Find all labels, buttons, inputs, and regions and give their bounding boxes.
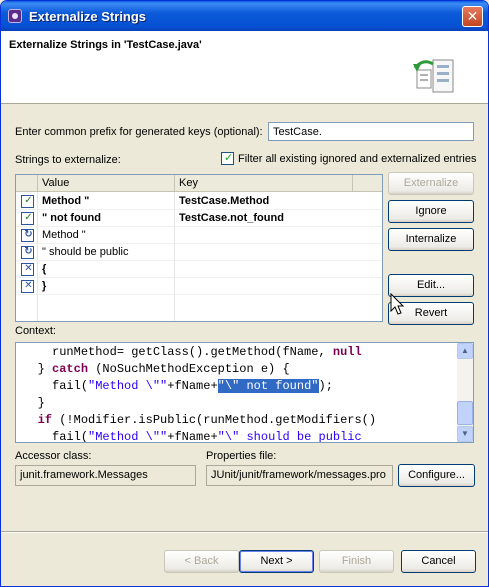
- wizard-header: Externalize Strings in 'TestCase.java': [1, 31, 488, 104]
- context-label: Context:: [15, 325, 56, 337]
- code-line: if (!Modifier.isPublic(runMethod.getModi…: [37, 413, 377, 427]
- mouse-cursor-icon: [390, 293, 405, 315]
- properties-field: JUnit/junit/framework/messages.pro: [206, 465, 393, 486]
- column-header-state: [16, 175, 38, 192]
- externalize-wizard-icon: [413, 59, 454, 93]
- prefix-input[interactable]: TestCase.: [268, 122, 474, 141]
- check-icon: ✓: [224, 152, 234, 164]
- column-header-value[interactable]: Value: [38, 175, 175, 192]
- table-row[interactable]: ✕ }: [16, 278, 382, 295]
- code-line: } catch (NoSuchMethodException e) {: [37, 362, 290, 376]
- ignore-icon[interactable]: ✕: [21, 280, 34, 293]
- translate-checkbox-icon[interactable]: ✓: [21, 212, 34, 225]
- selected-string: "\" not found": [217, 379, 319, 393]
- scroll-down-icon[interactable]: ▼: [457, 426, 473, 442]
- row-key[interactable]: [175, 244, 353, 261]
- cancel-button[interactable]: Cancel: [401, 550, 476, 573]
- row-key[interactable]: [175, 227, 353, 244]
- title-bar[interactable]: Externalize Strings ✕: [1, 1, 488, 31]
- table-row[interactable]: ↻ Method ": [16, 227, 382, 244]
- code-line: fail("Method \""+fName+"\" not found");: [52, 379, 333, 393]
- next-button[interactable]: Next >: [239, 550, 314, 573]
- table-row[interactable]: ✓ Method " TestCase.Method: [16, 193, 382, 210]
- internalize-icon[interactable]: ↻: [21, 246, 34, 259]
- code-line: runMethod= getClass().getMethod(fName, n…: [52, 345, 362, 359]
- accessor-field: junit.framework.Messages: [15, 465, 196, 486]
- finish-button[interactable]: Finish: [319, 550, 394, 573]
- close-button[interactable]: ✕: [462, 6, 483, 27]
- column-header-key[interactable]: Key: [175, 175, 353, 192]
- table-row[interactable]: ✕ {: [16, 261, 382, 278]
- footer-separator: [1, 531, 488, 533]
- code-line: }: [37, 396, 45, 410]
- table-header: Value Key: [16, 175, 382, 192]
- strings-label: Strings to externalize:: [15, 154, 121, 166]
- internalize-button[interactable]: Internalize: [388, 228, 474, 251]
- window-title: Externalize Strings: [29, 9, 147, 24]
- table-row[interactable]: ✓ " not found TestCase.not_found: [16, 210, 382, 227]
- ignore-icon[interactable]: ✕: [21, 263, 34, 276]
- filter-checkbox[interactable]: ✓: [221, 152, 234, 165]
- externalize-button[interactable]: Externalize: [388, 172, 474, 195]
- row-value: Method ": [42, 195, 90, 207]
- properties-label: Properties file:: [206, 450, 277, 462]
- code-line: fail("Method \""+fName+"\" should be pub…: [52, 430, 362, 443]
- externalize-strings-dialog: Externalize Strings ✕ Externalize String…: [0, 0, 489, 587]
- table-row[interactable]: ↻ " should be public: [16, 244, 382, 261]
- back-button[interactable]: < Back: [164, 550, 239, 573]
- strings-table[interactable]: Value Key ✓ Method " TestCase.Method ✓ "…: [15, 174, 383, 322]
- configure-button[interactable]: Configure...: [398, 464, 475, 487]
- row-key[interactable]: [175, 278, 353, 295]
- ignore-button[interactable]: Ignore: [388, 200, 474, 223]
- context-scrollbar[interactable]: ▲ ▼: [457, 343, 473, 442]
- header-title: Externalize Strings in 'TestCase.java': [9, 39, 202, 51]
- row-value: " not found: [42, 212, 101, 224]
- translate-checkbox-icon[interactable]: ✓: [21, 195, 34, 208]
- row-value: {: [42, 263, 47, 275]
- internalize-icon[interactable]: ↻: [21, 229, 34, 242]
- row-key[interactable]: TestCase.not_found: [175, 210, 353, 227]
- row-value: " should be public: [42, 246, 129, 258]
- row-value: Method ": [42, 229, 86, 241]
- filter-label: Filter all existing ignored and external…: [238, 153, 477, 165]
- scroll-thumb[interactable]: [457, 401, 473, 425]
- scroll-up-icon[interactable]: ▲: [457, 343, 473, 359]
- context-preview[interactable]: runMethod= getClass().getMethod(fName, n…: [15, 342, 474, 443]
- eclipse-icon: [8, 9, 22, 23]
- row-value: }: [42, 280, 47, 292]
- code-view: runMethod= getClass().getMethod(fName, n…: [16, 343, 457, 442]
- row-key[interactable]: TestCase.Method: [175, 193, 353, 210]
- row-key[interactable]: [175, 261, 353, 278]
- prefix-label: Enter common prefix for generated keys (…: [15, 126, 263, 138]
- accessor-label: Accessor class:: [15, 450, 92, 462]
